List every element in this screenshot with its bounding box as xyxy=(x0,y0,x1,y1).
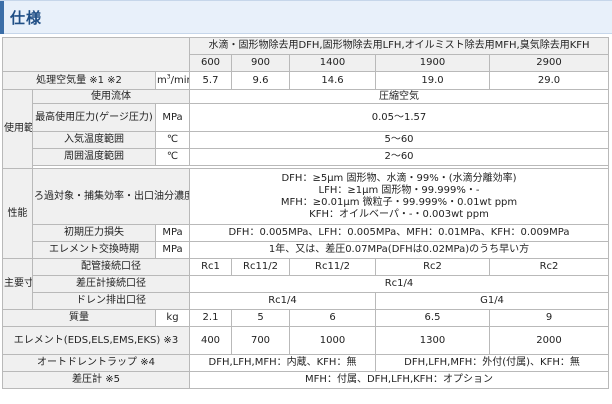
piping-1900: Rc2 xyxy=(375,258,490,276)
mass-600: 2.1 xyxy=(189,309,232,327)
diff-gauge-value: Rc1/4 xyxy=(189,275,609,293)
inlet-temp-value: 5～60 xyxy=(189,131,609,149)
pressure-loss-label: 初期圧力損失 xyxy=(32,224,156,242)
piping-1400: Rc11/2 xyxy=(289,258,376,276)
air-flow-600: 5.7 xyxy=(189,71,232,90)
mass-1900: 6.5 xyxy=(375,309,490,327)
ambient-temp-label: 周囲温度範囲 xyxy=(32,148,156,166)
filtration-line-kfh: KFH：オイルベーパ・-・0.003wt ppm xyxy=(309,208,489,220)
auto-drain-value-external: DFH,LFH,MFH：外付(付属)、KFH：無 xyxy=(375,354,609,372)
element-replace-label: エレメント交換時期 xyxy=(32,241,156,259)
inlet-temp-unit: ℃ xyxy=(155,131,190,149)
air-flow-1400: 14.6 xyxy=(289,71,376,90)
ambient-temp-unit: ℃ xyxy=(155,148,190,166)
mass-label: 質量 xyxy=(2,309,156,327)
usage-group-label: 使用範囲 xyxy=(2,89,33,169)
element-2900: 2000 xyxy=(489,326,609,355)
dimensions-group-label: 主要寸法 xyxy=(2,258,33,310)
diff-gauge-label: 差圧計接続口径 xyxy=(32,275,190,293)
pressure-loss-value: DFH：0.005MPa、LFH：0.005MPa、MFH：0.01MPa、KF… xyxy=(189,224,609,242)
air-flow-2900: 29.0 xyxy=(489,71,609,90)
piping-600: Rc1 xyxy=(189,258,232,276)
spec-table: 水滴・固形物除去用DFH,固形物除去用LFH,オイルミスト除去用MFH,臭気除去… xyxy=(2,37,609,389)
element-1900: 1300 xyxy=(375,326,490,355)
element-900: 700 xyxy=(231,326,290,355)
air-flow-unit: m3/min xyxy=(155,71,190,90)
element-600: 400 xyxy=(189,326,232,355)
section-title: 仕様 xyxy=(10,9,43,27)
element-1400: 1000 xyxy=(289,326,376,355)
diff-pressure-gauge-value: MFH：付属、DFH,LFH,KFH：オプション xyxy=(189,371,609,389)
mass-1400: 6 xyxy=(289,309,376,327)
performance-group-label: 性能 xyxy=(2,168,33,259)
piping-900: Rc11/2 xyxy=(231,258,290,276)
piping-label: 配管接続口径 xyxy=(32,258,190,276)
element-replace-value: 1年、又は、差圧0.07MPa(DFHは0.02MPa)のうち早い方 xyxy=(189,241,609,259)
filtration-line-lfh: LFH：≥1μm 固形物・99.999%・- xyxy=(318,184,480,196)
mass-2900: 9 xyxy=(489,309,609,327)
pressure-loss-unit: MPa xyxy=(155,224,190,242)
pressure-label: 最高使用圧力(ゲージ圧力) xyxy=(32,103,156,132)
model-1900: 1900 xyxy=(375,54,490,72)
model-600: 600 xyxy=(189,54,232,72)
auto-drain-value-internal: DFH,LFH,MFH：内蔵、KFH：無 xyxy=(189,354,376,372)
filtration-line-dfh: DFH：≥5μm 固形物、水滴・99%・(水滴分離効率) xyxy=(281,172,517,184)
filtration-value: DFH：≥5μm 固形物、水滴・99%・(水滴分離効率) LFH：≥1μm 固形… xyxy=(189,168,609,225)
section-title-bar: 仕様 xyxy=(0,0,612,34)
pressure-value: 0.05～1.57 xyxy=(189,103,609,132)
element-label: エレメント(EDS,ELS,EMS,EKS) ※3 xyxy=(2,326,190,355)
model-900: 900 xyxy=(231,54,290,72)
air-flow-900: 9.6 xyxy=(231,71,290,90)
piping-2900: Rc2 xyxy=(489,258,609,276)
header-model-group: 水滴・固形物除去用DFH,固形物除去用LFH,オイルミスト除去用MFH,臭気除去… xyxy=(189,37,609,55)
air-flow-label: 処理空気量 ※1 ※2 xyxy=(2,71,156,90)
ambient-temp-value: 2～60 xyxy=(189,148,609,166)
model-2900: 2900 xyxy=(489,54,609,72)
auto-drain-label: オートドレントラップ ※4 xyxy=(2,354,190,372)
drain-label: ドレン排出口径 xyxy=(32,292,190,310)
title-accent-mark xyxy=(0,1,4,34)
fluid-value: 圧縮空気 xyxy=(189,89,609,104)
element-replace-unit: MPa xyxy=(155,241,190,259)
drain-value-large: G1/4 xyxy=(375,292,609,310)
air-flow-1900: 19.0 xyxy=(375,71,490,90)
drain-value-small: Rc1/4 xyxy=(189,292,376,310)
filtration-line-mfh: MFH：≥0.01μm 微粒子・99.999%・0.01wt ppm xyxy=(280,196,518,208)
inlet-temp-label: 入気温度範囲 xyxy=(32,131,156,149)
diff-pressure-gauge-label: 差圧計 ※5 xyxy=(2,371,190,389)
model-1400: 1400 xyxy=(289,54,376,72)
pressure-unit: MPa xyxy=(155,103,190,132)
mass-unit: kg xyxy=(155,309,190,327)
filtration-label: ろ過対象・捕集効率・出口油分濃度 xyxy=(32,168,190,225)
mass-900: 5 xyxy=(231,309,290,327)
fluid-label: 使用流体 xyxy=(32,89,190,104)
header-blank xyxy=(2,37,190,72)
